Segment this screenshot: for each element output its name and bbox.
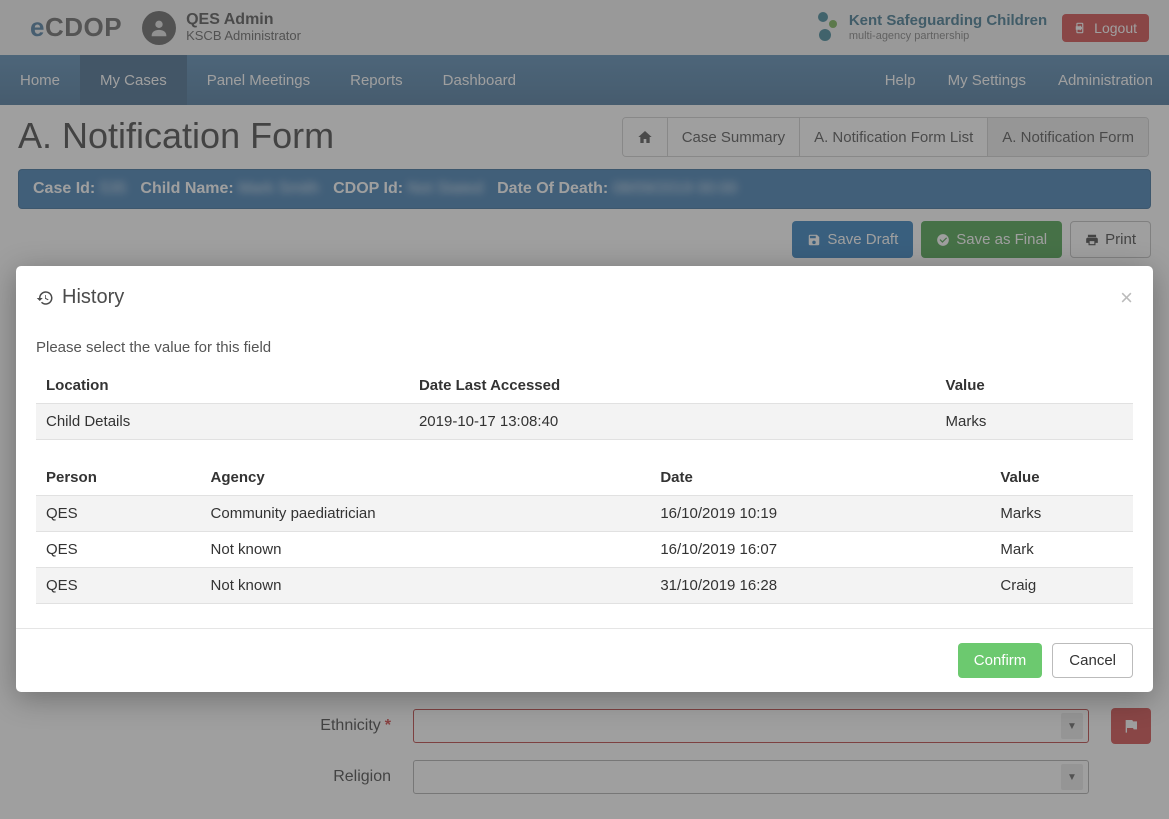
table-row[interactable]: QESNot known31/10/2019 16:28Craig	[36, 568, 1133, 604]
table-row[interactable]: QESNot known16/10/2019 16:07Mark	[36, 532, 1133, 568]
confirm-button[interactable]: Confirm	[958, 643, 1043, 678]
history-icon	[36, 289, 54, 307]
modal-title: History	[36, 286, 124, 309]
history-table-1: Location Date Last Accessed Value Child …	[36, 368, 1133, 440]
history-modal: History × Please select the value for th…	[16, 266, 1153, 692]
cancel-button[interactable]: Cancel	[1052, 643, 1133, 678]
modal-hint: Please select the value for this field	[36, 339, 1133, 356]
table-row[interactable]: QESCommunity paediatrician16/10/2019 10:…	[36, 496, 1133, 532]
modal-close-button[interactable]: ×	[1120, 287, 1133, 309]
history-table-2: Person Agency Date Value QESCommunity pa…	[36, 460, 1133, 604]
table-row[interactable]: Child Details 2019-10-17 13:08:40 Marks	[36, 404, 1133, 440]
